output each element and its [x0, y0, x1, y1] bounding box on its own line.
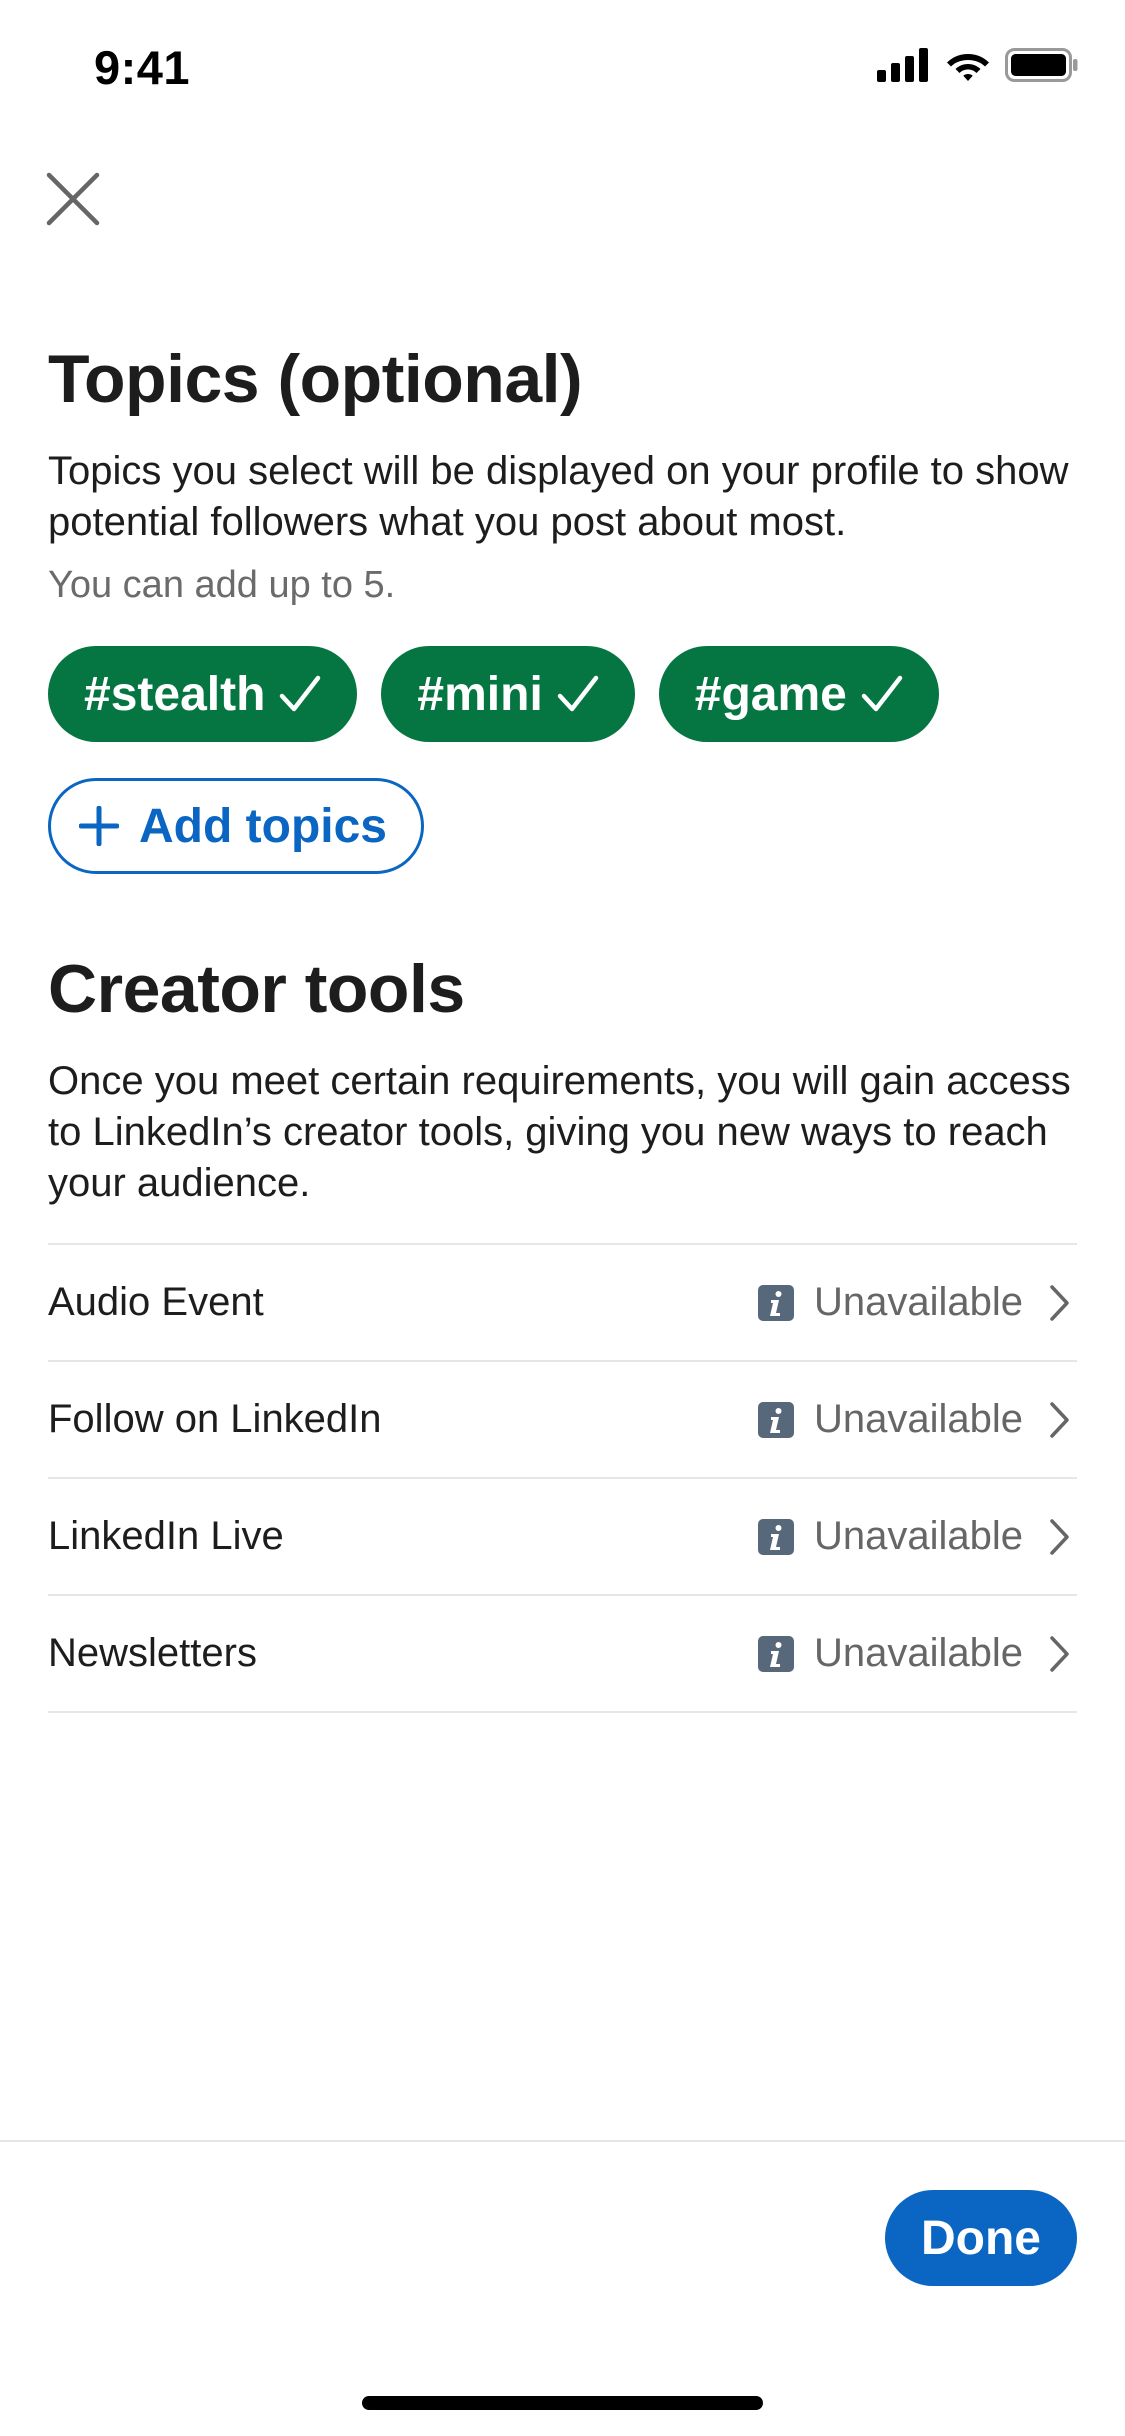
checkmark-icon	[557, 675, 599, 712]
tool-status-group: Unavailable	[757, 1280, 1077, 1325]
tool-status: Unavailable	[813, 1514, 1023, 1558]
tool-name: Follow on LinkedIn	[48, 1397, 382, 1441]
tool-status-group: Unavailable	[757, 1514, 1077, 1559]
creator-tools-description: Once you meet certain requirements, you …	[48, 1059, 1071, 1205]
topics-description: Topics you select will be displayed on y…	[48, 449, 1069, 544]
wifi-icon	[947, 54, 989, 81]
add-topics-label: Add topics	[139, 799, 387, 853]
topic-chip-label: #mini	[417, 667, 543, 721]
topics-limit-note: You can add up to 5.	[48, 564, 396, 606]
home-indicator[interactable]	[362, 2396, 763, 2410]
footer-divider	[0, 2140, 1125, 2142]
creator-tools-title: Creator tools	[48, 951, 465, 1027]
topic-chip-game[interactable]: #game	[658, 646, 939, 742]
cellular-signal-icon	[877, 48, 928, 82]
status-icons	[877, 48, 1079, 82]
chevron-right-icon	[1050, 1401, 1069, 1438]
tool-status: Unavailable	[813, 1280, 1023, 1324]
chevron-right-icon	[1050, 1284, 1069, 1321]
topic-chip-mini[interactable]: #mini	[381, 646, 635, 742]
checkmark-icon	[280, 675, 321, 712]
info-icon	[757, 1635, 794, 1672]
tool-row-newsletters[interactable]: Newsletters Unavailable	[48, 1596, 1077, 1713]
close-icon	[46, 172, 100, 226]
topics-title: Topics (optional)	[48, 341, 583, 417]
info-icon	[757, 1518, 794, 1555]
tool-row-audio-event[interactable]: Audio Event Unavailable	[48, 1245, 1077, 1362]
close-button[interactable]	[44, 170, 102, 228]
status-bar: 9:41	[0, 0, 1125, 140]
add-topics-button[interactable]: Add topics	[48, 778, 424, 874]
checkmark-icon	[861, 675, 903, 712]
tool-status-group: Unavailable	[757, 1631, 1077, 1676]
status-time: 9:41	[94, 41, 191, 94]
topic-chip-label: #game	[694, 667, 847, 721]
creator-tools-list: Audio Event Unavailable Follow on Linked…	[48, 1243, 1077, 1713]
battery-icon	[1005, 48, 1078, 82]
tool-status: Unavailable	[813, 1631, 1023, 1675]
tool-row-linkedin-live[interactable]: LinkedIn Live Unavailable	[48, 1479, 1077, 1596]
tool-row-follow-on-linkedin[interactable]: Follow on LinkedIn Unavailable	[48, 1362, 1077, 1479]
tool-name: LinkedIn Live	[48, 1514, 284, 1558]
tool-name: Audio Event	[48, 1280, 264, 1324]
info-icon	[757, 1401, 794, 1438]
info-icon	[757, 1284, 794, 1321]
plus-icon	[79, 806, 119, 846]
tool-status: Unavailable	[813, 1397, 1023, 1441]
tool-status-group: Unavailable	[757, 1397, 1077, 1442]
chevron-right-icon	[1050, 1635, 1069, 1672]
topic-chip-stealth[interactable]: #stealth	[48, 646, 358, 742]
tool-name: Newsletters	[48, 1631, 257, 1675]
selected-topics: #stealth #mini #game	[48, 646, 939, 742]
chevron-right-icon	[1050, 1518, 1069, 1555]
creator-mode-screen: 9:41 Topics (optional) Topics you select…	[0, 0, 1125, 2436]
done-button[interactable]: Done	[885, 2190, 1077, 2286]
topic-chip-label: #stealth	[84, 667, 266, 721]
